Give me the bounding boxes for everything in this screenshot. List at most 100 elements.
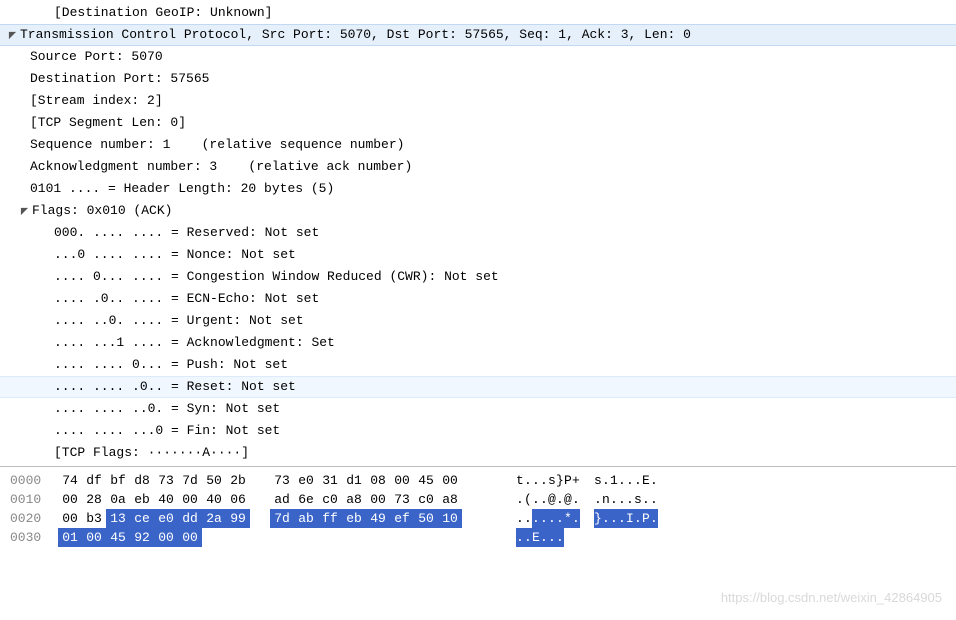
hex-ascii-char[interactable]: .: [634, 471, 642, 490]
hex-byte[interactable]: a8: [438, 490, 462, 509]
proto-tcp-summary[interactable]: Transmission Control Protocol, Src Port:…: [0, 24, 956, 46]
hex-byte[interactable]: 13: [106, 509, 130, 528]
hex-ascii-char[interactable]: .: [618, 509, 626, 528]
hex-ascii-char[interactable]: I: [626, 509, 634, 528]
hex-ascii-char[interactable]: }: [594, 509, 602, 528]
hex-byte[interactable]: ce: [130, 509, 154, 528]
hex-ascii-char[interactable]: .: [516, 490, 524, 509]
hex-byte[interactable]: 00: [58, 509, 82, 528]
hex-ascii-char[interactable]: s: [594, 471, 602, 490]
hex-byte[interactable]: 73: [390, 490, 414, 509]
hex-byte[interactable]: 50: [414, 509, 438, 528]
hex-byte[interactable]: 06: [226, 490, 250, 509]
hex-ascii-char[interactable]: .: [594, 490, 602, 509]
hex-byte[interactable]: ef: [390, 509, 414, 528]
hex-ascii-char[interactable]: t: [516, 471, 524, 490]
field-tcp-flags-str[interactable]: [TCP Flags: ·······A····]: [0, 442, 956, 464]
packet-bytes-pane[interactable]: 000074dfbfd8737d502b73e031d108004500t...…: [0, 466, 956, 555]
hex-byte[interactable]: 40: [154, 490, 178, 509]
hex-byte[interactable]: 45: [106, 528, 130, 547]
hex-ascii-char[interactable]: .: [532, 471, 540, 490]
hex-byte[interactable]: 00: [178, 490, 202, 509]
field-flags-summary[interactable]: Flags: 0x010 (ACK): [0, 200, 956, 222]
hex-byte[interactable]: 0a: [106, 490, 130, 509]
hex-byte[interactable]: ff: [318, 509, 342, 528]
hex-ascii-char[interactable]: .: [610, 509, 618, 528]
hex-row[interactable]: 002000b313cee0dd2a997dabffeb49ef5010....…: [4, 509, 952, 528]
hex-byte[interactable]: bf: [106, 471, 130, 490]
hex-ascii-char[interactable]: .: [540, 509, 548, 528]
hex-byte[interactable]: 50: [202, 471, 226, 490]
hex-ascii-char[interactable]: (: [524, 490, 532, 509]
hex-byte[interactable]: e0: [294, 471, 318, 490]
hex-ascii-char[interactable]: .: [572, 490, 580, 509]
field-stream-index[interactable]: [Stream index: 2]: [0, 90, 956, 112]
hex-ascii-char[interactable]: @: [548, 490, 556, 509]
hex-byte[interactable]: e0: [154, 509, 178, 528]
hex-byte[interactable]: ad: [270, 490, 294, 509]
flag-cwr[interactable]: .... 0... .... = Congestion Window Reduc…: [0, 266, 956, 288]
flag-push[interactable]: .... .... 0... = Push: Not set: [0, 354, 956, 376]
hex-ascii-char[interactable]: +: [572, 471, 580, 490]
hex-ascii-char[interactable]: .: [556, 490, 564, 509]
flag-fin[interactable]: .... .... ...0 = Fin: Not set: [0, 420, 956, 442]
hex-ascii-char[interactable]: .: [532, 509, 540, 528]
hex-ascii-char[interactable]: P: [564, 471, 572, 490]
hex-ascii-char[interactable]: .: [650, 471, 658, 490]
hex-byte[interactable]: b3: [82, 509, 106, 528]
hex-ascii-char[interactable]: E: [532, 528, 540, 547]
hex-ascii-char[interactable]: E: [642, 471, 650, 490]
hex-byte[interactable]: 92: [130, 528, 154, 547]
hex-byte[interactable]: 2a: [202, 509, 226, 528]
hex-byte[interactable]: a8: [342, 490, 366, 509]
chevron-down-icon[interactable]: [18, 205, 30, 217]
hex-byte[interactable]: 7d: [178, 471, 202, 490]
hex-byte[interactable]: 08: [366, 471, 390, 490]
hex-ascii-char[interactable]: .: [556, 528, 564, 547]
hex-byte[interactable]: 00: [154, 528, 178, 547]
hex-byte[interactable]: 28: [82, 490, 106, 509]
flag-ack[interactable]: .... ...1 .... = Acknowledgment: Set: [0, 332, 956, 354]
field-ack-number[interactable]: Acknowledgment number: 3 (relative ack n…: [0, 156, 956, 178]
hex-byte[interactable]: c0: [318, 490, 342, 509]
hex-ascii-char[interactable]: .: [532, 490, 540, 509]
hex-byte[interactable]: 99: [226, 509, 250, 528]
field-destination-port[interactable]: Destination Port: 57565: [0, 68, 956, 90]
flag-reset[interactable]: .... .... .0.. = Reset: Not set: [0, 376, 956, 398]
hex-byte[interactable]: 10: [438, 509, 462, 528]
hex-ascii-char[interactable]: n: [602, 490, 610, 509]
hex-row[interactable]: 0030010045920000..E...: [4, 528, 952, 547]
hex-byte[interactable]: d1: [342, 471, 366, 490]
hex-ascii-char[interactable]: .: [556, 509, 564, 528]
hex-byte[interactable]: 73: [154, 471, 178, 490]
hex-ascii-char[interactable]: .: [524, 528, 532, 547]
hex-ascii-char[interactable]: s: [548, 471, 556, 490]
hex-byte[interactable]: 49: [366, 509, 390, 528]
hex-ascii-char[interactable]: .: [602, 471, 610, 490]
hex-byte[interactable]: 2b: [226, 471, 250, 490]
hex-row[interactable]: 000074dfbfd8737d502b73e031d108004500t...…: [4, 471, 952, 490]
hex-byte[interactable]: 00: [438, 471, 462, 490]
hex-ascii-char[interactable]: .: [634, 509, 642, 528]
hex-ascii-char[interactable]: .: [642, 490, 650, 509]
field-sequence-number[interactable]: Sequence number: 1 (relative sequence nu…: [0, 134, 956, 156]
hex-byte[interactable]: 01: [58, 528, 82, 547]
hex-ascii-char[interactable]: .: [548, 528, 556, 547]
hex-byte[interactable]: 00: [366, 490, 390, 509]
hex-ascii-char[interactable]: s: [634, 490, 642, 509]
field-destination-geoip[interactable]: [Destination GeoIP: Unknown]: [0, 2, 956, 24]
hex-byte[interactable]: 45: [414, 471, 438, 490]
field-header-length[interactable]: 0101 .... = Header Length: 20 bytes (5): [0, 178, 956, 200]
hex-ascii-char[interactable]: .: [572, 509, 580, 528]
flag-nonce[interactable]: ...0 .... .... = Nonce: Not set: [0, 244, 956, 266]
chevron-down-icon[interactable]: [6, 29, 18, 41]
hex-ascii-char[interactable]: .: [618, 490, 626, 509]
hex-ascii-char[interactable]: *: [564, 509, 572, 528]
hex-ascii-char[interactable]: @: [564, 490, 572, 509]
hex-byte[interactable]: 6e: [294, 490, 318, 509]
packet-details-pane[interactable]: [Destination GeoIP: Unknown] Transmissio…: [0, 0, 956, 464]
hex-ascii-char[interactable]: .: [540, 471, 548, 490]
hex-byte[interactable]: 00: [58, 490, 82, 509]
hex-byte[interactable]: 7d: [270, 509, 294, 528]
hex-ascii-char[interactable]: 1: [610, 471, 618, 490]
